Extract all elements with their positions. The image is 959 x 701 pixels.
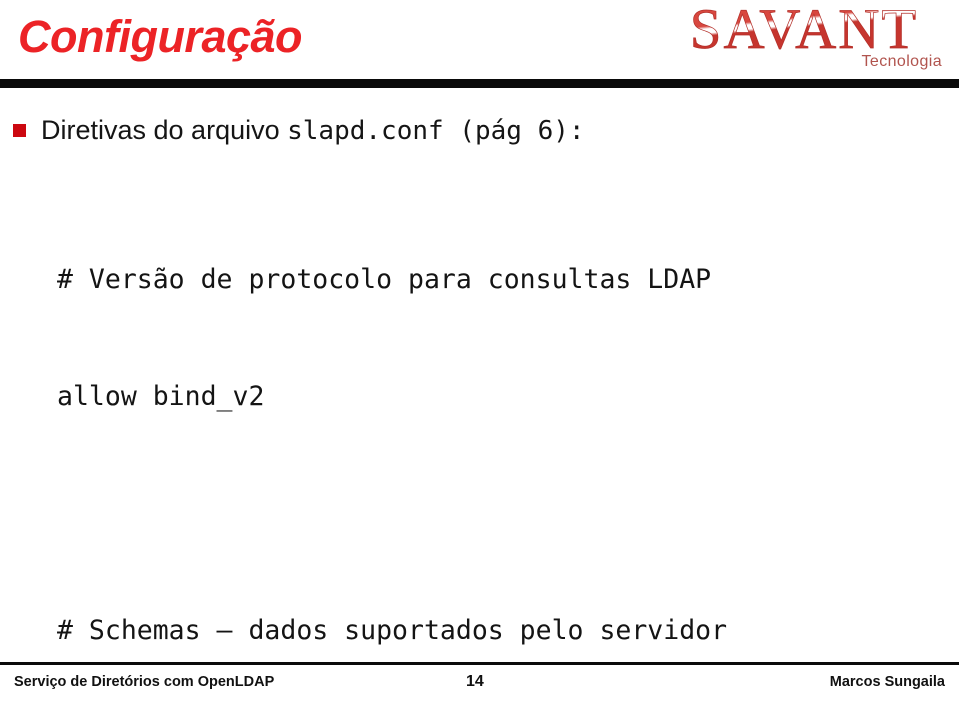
code-line: allow bind_v2 <box>57 381 265 412</box>
slide-header: Configuração SAVANT Tecnologia <box>0 0 959 90</box>
slide-footer: Serviço de Diretórios com OpenLDAP 14 Ma… <box>0 655 959 701</box>
square-bullet-icon <box>13 124 26 137</box>
bullet-item: Diretivas do arquivo slapd.conf (pág 6): <box>13 112 943 149</box>
header-divider <box>0 79 959 88</box>
footer-page-number: 14 <box>466 673 484 690</box>
slide-body: Diretivas do arquivo slapd.conf (pág 6):… <box>0 90 959 655</box>
footer-divider <box>0 662 959 665</box>
bullet-text-mono: slapd.conf (pág 6): <box>287 116 585 146</box>
code-block: # Versão de protocolo para consultas LDA… <box>57 182 775 701</box>
logo-wordmark: SAVANT <box>664 2 944 58</box>
code-line: # Schemas – dados suportados pelo servid… <box>57 615 728 646</box>
footer-author: Marcos Sungaila <box>829 674 945 690</box>
bullet-text-plain: Diretivas do arquivo <box>41 115 288 145</box>
footer-course-title: Serviço de Diretórios com OpenLDAP <box>14 674 275 690</box>
bullet-text: Diretivas do arquivo slapd.conf (pág 6): <box>41 112 585 149</box>
logo-tagline: Tecnologia <box>861 53 942 70</box>
savant-logo: SAVANT Tecnologia <box>661 2 951 78</box>
code-line: # Versão de protocolo para consultas LDA… <box>57 264 712 295</box>
svg-text:SAVANT: SAVANT <box>690 2 918 58</box>
page-title: Configuração <box>18 11 303 62</box>
